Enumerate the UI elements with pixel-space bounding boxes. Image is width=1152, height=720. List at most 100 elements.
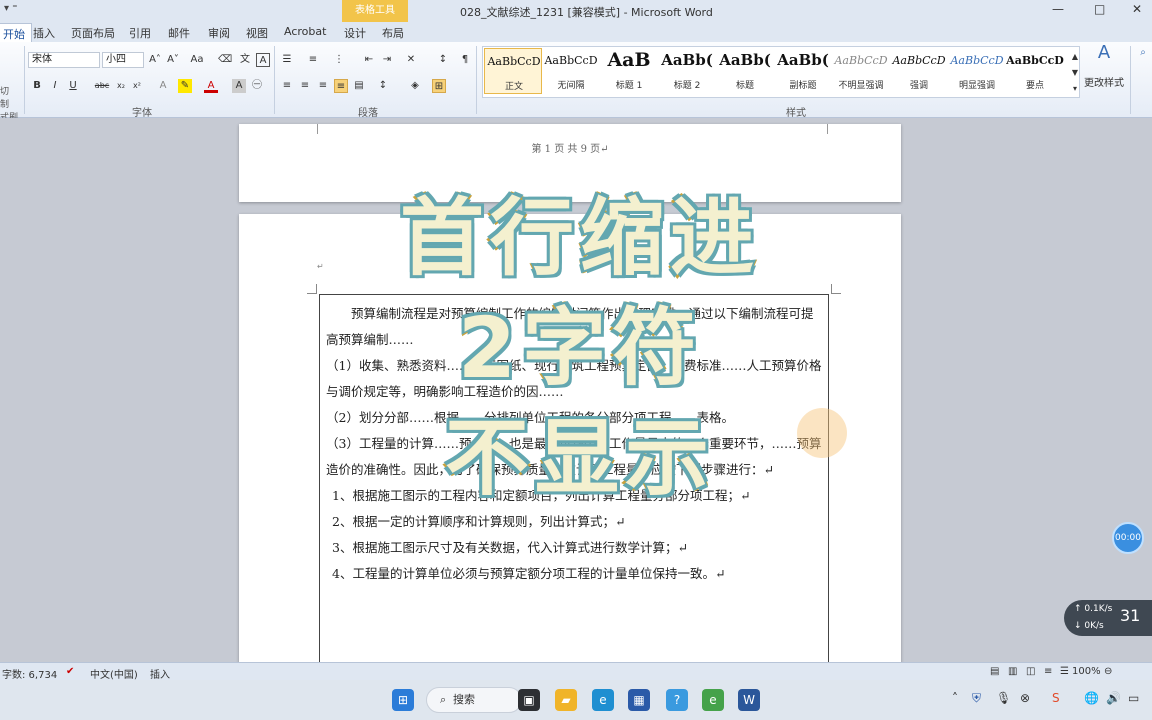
strikethrough-icon[interactable]: abc — [92, 79, 112, 93]
align-center-icon[interactable]: ≡ — [298, 79, 312, 93]
table-cell[interactable]: 预算编制流程是对预算编制工作的编制时间等作出合理安排，通过以下编制流程可提高预算… — [319, 294, 829, 662]
char-shading-icon[interactable]: A — [232, 79, 246, 93]
tab-mailings[interactable]: 邮件 — [168, 25, 190, 41]
numbering-icon[interactable]: ≡ — [306, 53, 320, 67]
style-normal[interactable]: AaBbCcD 正文 — [484, 48, 542, 94]
list-item[interactable]: 1、根据施工图示的工程内容和定额项目，列出计算工程量分部分项工程；↵ — [326, 483, 822, 509]
list-item[interactable]: 4、工程量的计算单位必须与预算定额分项工程的计量单位保持一致。↵ — [326, 561, 822, 587]
document-area[interactable]: 第 1 页 共 9 页↵ ↵ 预算编制流程是对预算编制工作的编制时间等作出合理安… — [0, 118, 1152, 662]
line-spacing-icon[interactable]: ↕ — [376, 79, 390, 93]
phonetic-guide-icon[interactable]: 文 — [238, 53, 252, 67]
underline-icon[interactable]: U — [66, 79, 80, 93]
italic-icon[interactable]: I — [48, 79, 62, 93]
style-heading-1[interactable]: AaB 标题 1 — [600, 48, 658, 94]
gallery-more-icon[interactable]: ▾ — [1068, 82, 1082, 96]
maximize-button[interactable]: □ — [1094, 2, 1105, 16]
gallery-scroll-down-icon[interactable]: ▼ — [1068, 66, 1082, 80]
zoom-out-icon[interactable]: ⊖ — [1104, 666, 1112, 677]
tab-layout[interactable]: 布局 — [382, 25, 404, 41]
tab-references[interactable]: 引用 — [129, 25, 151, 41]
ie-browser-icon[interactable]: e — [702, 689, 724, 711]
font-size-select[interactable]: 小四 — [102, 52, 144, 68]
justify-icon[interactable]: ≡ — [334, 79, 348, 93]
view-outline-icon[interactable]: ≡ — [1044, 666, 1052, 677]
recording-close-icon[interactable]: ⊗ — [1020, 691, 1030, 705]
chinese-layout-icon[interactable]: ✕ — [404, 53, 418, 67]
list-item[interactable]: 3、根据施工图示尺寸及有关数据，代入计算式进行数学计算；↵ — [326, 535, 822, 561]
quick-access-toolbar[interactable]: ▾ ⁼ — [4, 3, 17, 14]
minimize-button[interactable]: — — [1052, 2, 1064, 16]
decrease-indent-icon[interactable]: ⇤ — [362, 53, 376, 67]
style-intense-emphasis[interactable]: AaBbCcD 明显强调 — [948, 48, 1006, 94]
borders-icon[interactable]: ⊞ — [432, 79, 446, 93]
volume-icon[interactable]: 🔊 — [1106, 691, 1121, 705]
sort-icon[interactable]: ↕ — [436, 53, 450, 67]
word-count[interactable]: 字数: 6,734 — [2, 666, 57, 681]
text-effects-icon[interactable]: A — [156, 79, 170, 93]
language-indicator[interactable]: 中文(中国) — [90, 666, 138, 681]
font-color-icon[interactable]: A — [204, 79, 218, 93]
help-app-icon[interactable]: ? — [666, 689, 688, 711]
tab-home[interactable]: 开始 — [0, 23, 32, 42]
close-button[interactable]: ✕ — [1132, 2, 1142, 16]
superscript-icon[interactable]: x² — [130, 79, 144, 93]
bullets-icon[interactable]: ☰ — [280, 53, 294, 67]
tab-view[interactable]: 视图 — [246, 25, 268, 41]
recording-timer[interactable]: 00:00 — [1112, 522, 1144, 554]
insert-mode[interactable]: 插入 — [150, 666, 170, 681]
gallery-scroll-up-icon[interactable]: ▲ — [1068, 50, 1082, 64]
list-item[interactable]: 2、根据一定的计算顺序和计算规则，列出计算式；↵ — [326, 509, 822, 535]
show-marks-icon[interactable]: ¶ — [458, 53, 472, 67]
distributed-icon[interactable]: ▤ — [352, 79, 366, 93]
highlight-icon[interactable]: ✎ — [178, 79, 192, 93]
tab-review[interactable]: 审阅 — [208, 25, 230, 41]
shading-icon[interactable]: ◈ — [408, 79, 422, 93]
edge-browser-icon[interactable]: e — [592, 689, 614, 711]
change-styles-icon[interactable]: A — [1094, 44, 1114, 68]
view-draft-icon[interactable]: ☰ — [1060, 666, 1069, 677]
align-left-icon[interactable]: ≡ — [280, 79, 294, 93]
enclosed-char-icon[interactable]: ㊀ — [250, 79, 264, 93]
battery-icon[interactable]: ▭ — [1128, 691, 1139, 705]
view-web-icon[interactable]: ◫ — [1026, 666, 1035, 677]
task-view-icon[interactable]: ▣ — [518, 689, 540, 711]
bold-icon[interactable]: B — [30, 79, 44, 93]
style-title[interactable]: AaBb( 标题 — [716, 48, 774, 94]
change-styles-button[interactable]: 更改样式 — [1084, 74, 1124, 89]
style-strong[interactable]: AaBbCcD 要点 — [1006, 48, 1064, 94]
grow-font-icon[interactable]: A˄ — [148, 53, 162, 67]
body-paragraph[interactable]: 预算编制流程是对预算编制工作的编制时间等作出合理安排，通过以下编制流程可提高预算… — [326, 301, 822, 353]
view-print-layout-icon[interactable]: ▤ — [990, 666, 999, 677]
tray-overflow-icon[interactable]: ˄ — [952, 691, 958, 705]
char-border-icon[interactable]: A — [256, 53, 270, 67]
ime-icon[interactable]: S — [1052, 691, 1060, 705]
copy-button[interactable]: 制 — [0, 99, 18, 112]
view-reading-icon[interactable]: ▥ — [1008, 666, 1017, 677]
style-heading-2[interactable]: AaBb( 标题 2 — [658, 48, 716, 94]
security-icon[interactable]: ⛨ — [972, 691, 981, 706]
tab-insert[interactable]: 插入 — [33, 25, 55, 41]
zoom-level[interactable]: 100% — [1072, 666, 1101, 677]
start-windows-icon[interactable]: ⊞ — [392, 689, 414, 711]
proofing-icon[interactable]: ✔ — [66, 666, 74, 677]
style-subtitle[interactable]: AaBb( 副标题 — [774, 48, 832, 94]
clear-format-icon[interactable]: ⌫ — [218, 53, 232, 67]
increase-indent-icon[interactable]: ⇥ — [380, 53, 394, 67]
style-no-spacing[interactable]: AaBbCcD 无间隔 — [542, 48, 600, 94]
file-explorer-icon[interactable]: ▰ — [555, 689, 577, 711]
tab-page-layout[interactable]: 页面布局 — [71, 25, 115, 41]
change-case-icon[interactable]: Aa — [190, 53, 204, 67]
tab-acrobat[interactable]: Acrobat — [284, 25, 326, 38]
tab-design[interactable]: 设计 — [344, 25, 366, 41]
store-icon[interactable]: ▦ — [628, 689, 650, 711]
align-right-icon[interactable]: ≡ — [316, 79, 330, 93]
cut-button[interactable]: 切 — [0, 86, 18, 99]
find-icon[interactable]: ⌕ — [1136, 46, 1150, 60]
subscript-icon[interactable]: x₂ — [114, 79, 128, 93]
network-icon[interactable]: 🌐 — [1084, 691, 1099, 705]
microphone-icon[interactable]: 🎙 — [996, 691, 1011, 705]
font-name-select[interactable]: 宋体 — [28, 52, 100, 68]
body-paragraph[interactable]: （3）工程量的计算……预……，也是最不可缺少、工作量最大的一个重要环节，……预算… — [326, 431, 822, 483]
network-speed-widget[interactable]: ↑ 0.1K/s ↓ 0K/s 31 — [1064, 600, 1152, 636]
style-subtle-emphasis[interactable]: AaBbCcD 不明显强调 — [832, 48, 890, 94]
